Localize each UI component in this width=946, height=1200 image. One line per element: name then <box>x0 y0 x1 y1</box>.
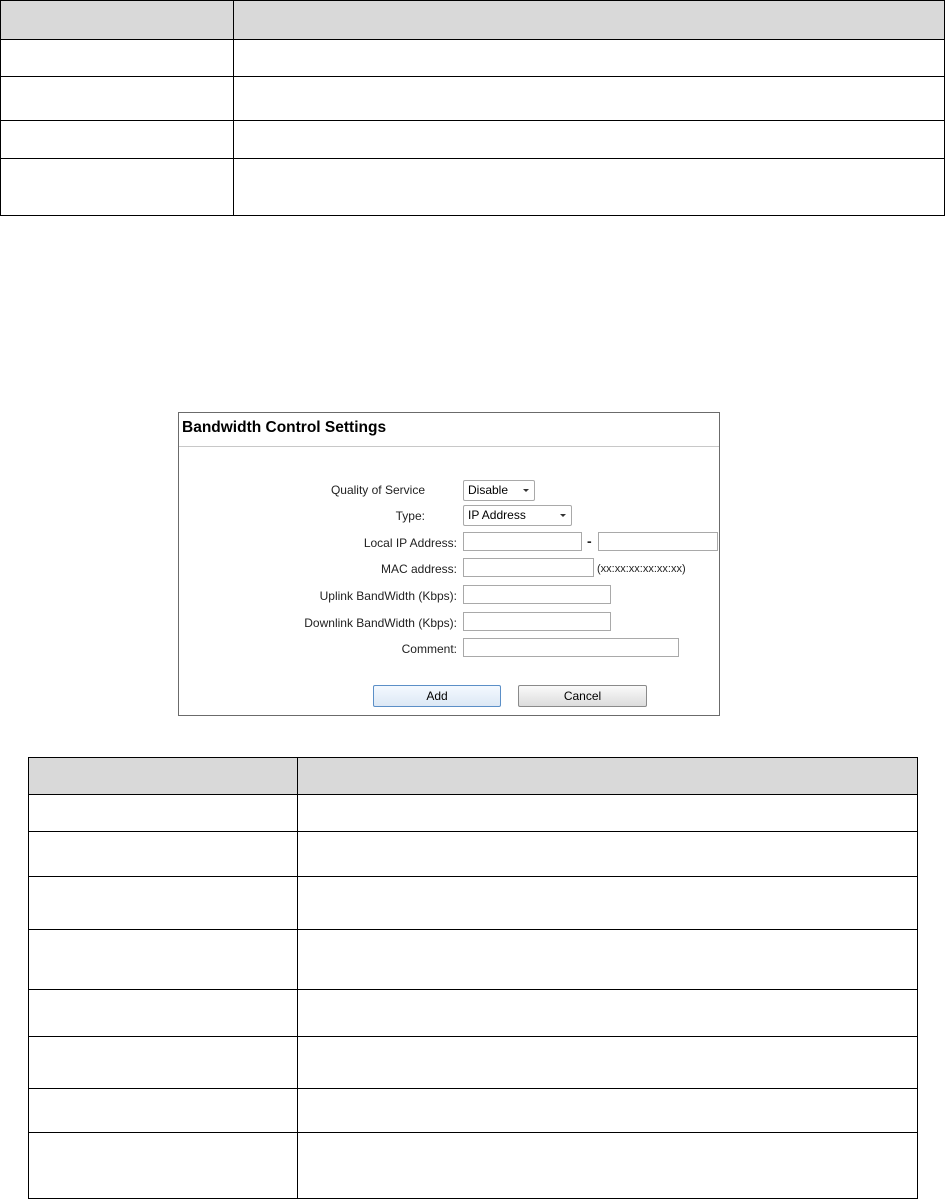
local-ip-start-input[interactable] <box>463 532 582 551</box>
table-cell <box>28 929 298 990</box>
type-select[interactable]: IP Address <box>463 505 572 526</box>
table-cell <box>0 158 234 216</box>
uplink-label: Uplink BandWidth (Kbps): <box>319 589 457 603</box>
chevron-down-icon <box>523 489 529 492</box>
ip-range-separator: - <box>587 533 592 549</box>
mac-label: MAC address: <box>380 562 457 576</box>
table-cell <box>28 876 298 930</box>
table-cell <box>0 39 234 77</box>
add-button[interactable]: Add <box>373 685 501 707</box>
table-cell <box>233 158 945 216</box>
bandwidth-control-panel: Bandwidth Control Settings Quality of Se… <box>178 412 720 716</box>
header-cell <box>297 757 918 795</box>
table-cell <box>233 120 945 159</box>
downlink-bandwidth-input[interactable] <box>463 612 611 631</box>
qos-select[interactable]: Disable <box>463 480 535 501</box>
cancel-button[interactable]: Cancel <box>518 685 647 707</box>
table-row <box>0 76 945 121</box>
local-ip-label: Local IP Address: <box>363 536 457 550</box>
table-cell <box>28 831 298 877</box>
table-row <box>28 929 918 990</box>
table-header-row <box>0 0 945 40</box>
mac-address-input[interactable] <box>463 558 594 577</box>
table-cell <box>233 76 945 121</box>
local-ip-end-input[interactable] <box>598 532 718 551</box>
panel-divider <box>179 446 719 447</box>
table-cell <box>297 831 918 877</box>
table-cell <box>297 1132 918 1199</box>
table-cell <box>297 1088 918 1133</box>
table-row <box>28 989 918 1037</box>
table-cell <box>233 39 945 77</box>
header-cell <box>28 757 298 795</box>
qos-select-value: Disable <box>468 483 509 497</box>
table-row <box>28 831 918 877</box>
qos-label: Quality of Service <box>330 483 425 497</box>
table-header-row <box>28 757 918 795</box>
chevron-down-icon <box>560 514 566 517</box>
table-cell <box>28 1036 298 1089</box>
bottom-table <box>28 757 918 1199</box>
table-cell <box>0 76 234 121</box>
downlink-label: Downlink BandWidth (Kbps): <box>304 616 457 630</box>
table-row <box>0 39 945 77</box>
table-cell <box>297 794 918 832</box>
header-cell <box>233 0 945 40</box>
table-row <box>28 794 918 832</box>
header-cell <box>0 0 234 40</box>
table-row <box>0 120 945 159</box>
table-cell <box>28 794 298 832</box>
uplink-bandwidth-input[interactable] <box>463 585 611 604</box>
table-row <box>28 1036 918 1089</box>
table-cell <box>297 876 918 930</box>
comment-input[interactable] <box>463 638 679 657</box>
table-cell <box>28 1132 298 1199</box>
table-cell <box>297 989 918 1037</box>
table-cell <box>297 929 918 990</box>
table-cell <box>28 989 298 1037</box>
table-cell <box>28 1088 298 1133</box>
table-row <box>28 1088 918 1133</box>
type-label: Type: <box>395 509 425 523</box>
top-table <box>0 0 945 216</box>
table-cell <box>297 1036 918 1089</box>
table-row <box>0 158 945 216</box>
mac-format-hint: (xx:xx:xx:xx:xx:xx) <box>597 563 686 575</box>
table-cell <box>0 120 234 159</box>
comment-label: Comment: <box>401 642 457 656</box>
type-select-value: IP Address <box>468 508 526 522</box>
table-row <box>28 1132 918 1199</box>
table-row <box>28 876 918 930</box>
panel-title: Bandwidth Control Settings <box>182 419 387 436</box>
